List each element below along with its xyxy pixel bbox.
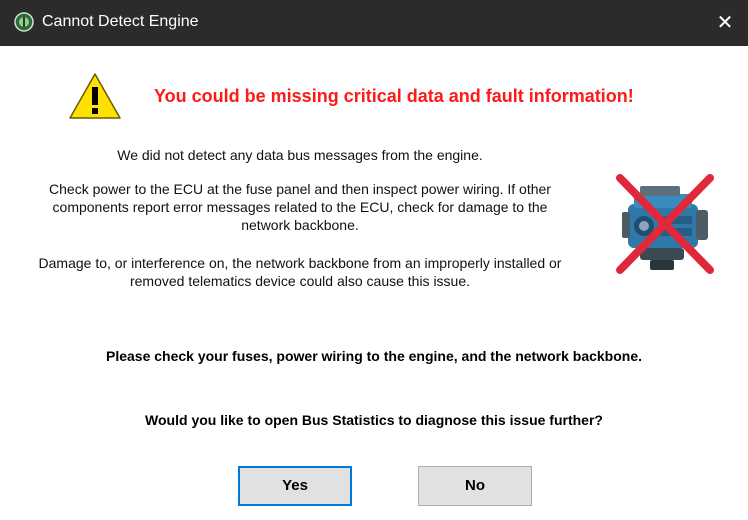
- close-icon[interactable]: ✕: [717, 12, 734, 34]
- engine-crossed-out-icon: [616, 174, 714, 274]
- headline-warning: You could be missing critical data and f…: [154, 86, 634, 106]
- question-text: Would you like to open Bus Statistics to…: [145, 412, 603, 428]
- dialog-window: Cannot Detect Engine ✕ You could be miss…: [0, 0, 748, 520]
- app-logo-icon: [14, 12, 34, 32]
- title-bar[interactable]: Cannot Detect Engine ✕: [0, 0, 748, 46]
- message-telematics: Damage to, or interference on, the netwo…: [38, 255, 562, 289]
- warning-triangle-icon: [69, 73, 121, 119]
- no-button[interactable]: No: [418, 466, 532, 506]
- message-no-bus: We did not detect any data bus messages …: [117, 147, 483, 163]
- close-button[interactable]: ✕: [702, 0, 748, 46]
- dialog-content: You could be missing critical data and f…: [10, 46, 738, 520]
- yes-button[interactable]: Yes: [238, 466, 352, 506]
- message-check-power: Check power to the ECU at the fuse panel…: [49, 181, 551, 233]
- instruction-text: Please check your fuses, power wiring to…: [105, 348, 643, 364]
- window-title: Cannot Detect Engine: [42, 13, 199, 30]
